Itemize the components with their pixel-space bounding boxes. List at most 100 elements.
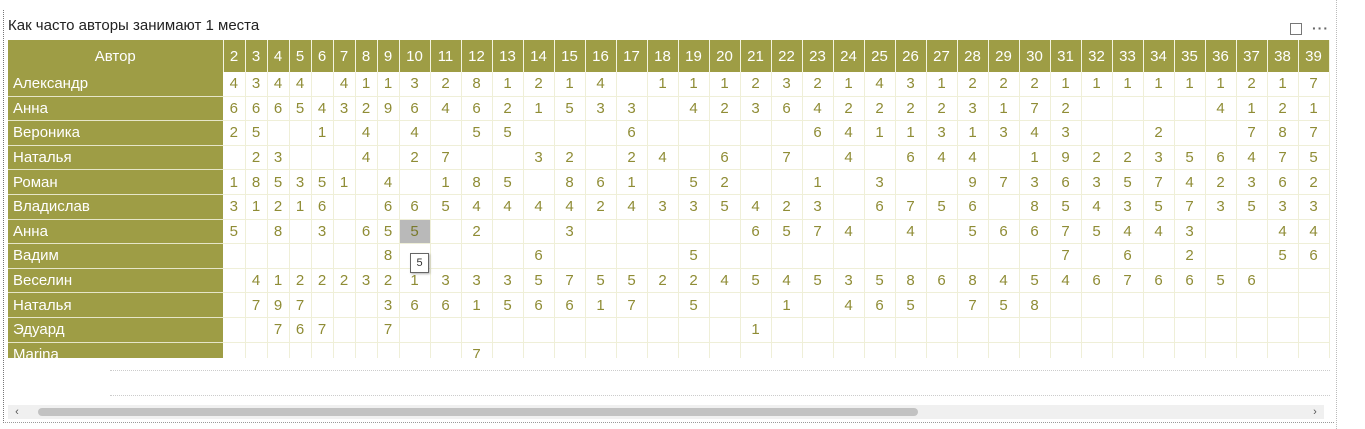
row-header-author-name[interactable]: Наталья [8,292,223,318]
matrix-cell[interactable]: 5 [245,120,268,146]
matrix-cell[interactable]: 3 [245,72,268,97]
matrix-cell[interactable]: 3 [267,145,290,171]
matrix-cell[interactable] [1236,243,1268,269]
matrix-cell[interactable] [988,243,1020,269]
matrix-cell[interactable]: 1 [333,169,356,195]
matrix-cell[interactable] [709,342,741,358]
matrix-cell[interactable]: 5 [492,120,524,146]
matrix-cell[interactable] [1019,342,1051,358]
matrix-cell[interactable] [1174,292,1206,318]
matrix-cell[interactable]: 6 [988,219,1020,245]
matrix-cell[interactable]: 1 [1205,72,1237,97]
matrix-cell[interactable] [223,145,246,171]
matrix-cell[interactable]: 2 [1174,243,1206,269]
matrix-cell[interactable]: 4 [1267,219,1299,245]
matrix-cell[interactable]: 2 [585,194,617,220]
matrix-cell[interactable] [377,145,400,171]
matrix-cell[interactable]: 5 [1236,194,1268,220]
matrix-cell[interactable]: 1 [267,268,290,294]
matrix-cell[interactable]: 5 [864,268,896,294]
matrix-cell[interactable]: 1 [554,72,586,97]
matrix-cell[interactable]: 7 [377,317,400,343]
matrix-cell[interactable] [1205,342,1237,358]
matrix-cell[interactable]: 8 [267,219,290,245]
matrix-cell[interactable] [245,243,268,269]
matrix-cell[interactable]: 7 [771,145,803,171]
matrix-cell[interactable]: 8 [554,169,586,195]
matrix-cell[interactable]: 6 [399,292,431,318]
column-header[interactable]: 6 [311,40,334,72]
column-header[interactable]: 4 [267,40,290,72]
matrix-cell[interactable] [1205,243,1237,269]
matrix-cell[interactable] [223,268,246,294]
matrix-cell[interactable] [895,243,927,269]
matrix-cell[interactable]: 7 [616,292,648,318]
matrix-cell[interactable] [492,317,524,343]
matrix-cell[interactable]: 1 [957,120,989,146]
matrix-cell[interactable] [1050,292,1082,318]
matrix-cell[interactable] [355,292,378,318]
scrollbar-thumb[interactable] [38,408,918,416]
matrix-cell[interactable] [616,219,648,245]
matrix-cell[interactable]: 1 [430,169,462,195]
matrix-cell[interactable]: 5 [377,219,400,245]
matrix-cell[interactable] [709,243,741,269]
matrix-cell[interactable] [771,120,803,146]
matrix-cell[interactable]: 6 [554,292,586,318]
column-header[interactable]: 17 [616,40,648,72]
matrix-cell[interactable]: 4 [1143,219,1175,245]
column-header[interactable]: 39 [1298,40,1330,72]
matrix-cell[interactable] [1050,317,1082,343]
matrix-cell[interactable]: 4 [377,169,400,195]
matrix-cell[interactable] [740,169,772,195]
matrix-cell[interactable] [833,243,865,269]
column-header[interactable]: 8 [355,40,378,72]
matrix-cell[interactable]: 4 [1236,145,1268,171]
matrix-cell[interactable]: 3 [1112,194,1144,220]
matrix-cell[interactable]: 1 [289,194,312,220]
matrix-cell[interactable]: 6 [709,145,741,171]
matrix-cell[interactable] [740,243,772,269]
matrix-cell[interactable] [1205,292,1237,318]
matrix-cell[interactable]: 5 [399,219,431,245]
matrix-cell[interactable]: 3 [289,169,312,195]
matrix-cell[interactable] [223,243,246,269]
matrix-cell[interactable]: 3 [430,268,462,294]
matrix-cell[interactable] [492,342,524,358]
matrix-cell[interactable] [1236,219,1268,245]
matrix-cell[interactable] [709,120,741,146]
matrix-cell[interactable] [355,243,378,269]
matrix-cell[interactable]: 1 [492,72,524,97]
matrix-cell[interactable]: 3 [864,169,896,195]
matrix-cell[interactable] [1019,243,1051,269]
matrix-cell[interactable] [647,169,679,195]
more-options-icon[interactable]: ··· [1312,20,1328,36]
matrix-cell[interactable]: 7 [957,292,989,318]
matrix-cell[interactable]: 6 [1174,268,1206,294]
matrix-cell[interactable]: 5 [1174,145,1206,171]
matrix-cell[interactable] [802,317,834,343]
matrix-cell[interactable]: 2 [289,268,312,294]
matrix-cell[interactable]: 4 [1174,169,1206,195]
column-header[interactable]: 38 [1267,40,1299,72]
matrix-cell[interactable]: 3 [333,96,356,122]
column-header[interactable]: 12 [461,40,493,72]
matrix-cell[interactable] [523,317,555,343]
matrix-cell[interactable] [289,145,312,171]
matrix-cell[interactable] [802,342,834,358]
matrix-cell[interactable]: 7 [461,342,493,358]
row-header-author-name[interactable]: Анна [8,219,223,245]
matrix-cell[interactable]: 1 [740,317,772,343]
column-header[interactable]: 36 [1205,40,1237,72]
column-header[interactable]: 2 [223,40,246,72]
matrix-cell[interactable]: 1 [1050,72,1082,97]
matrix-cell[interactable]: 3 [926,120,958,146]
matrix-cell[interactable] [267,243,290,269]
matrix-cell[interactable] [1019,317,1051,343]
matrix-cell[interactable]: 2 [1112,145,1144,171]
matrix-cell[interactable]: 6 [864,194,896,220]
matrix-cell[interactable]: 6 [430,292,462,318]
row-header-author-name[interactable]: Эдуард [8,317,223,343]
matrix-cell[interactable] [554,317,586,343]
matrix-cell[interactable] [988,317,1020,343]
